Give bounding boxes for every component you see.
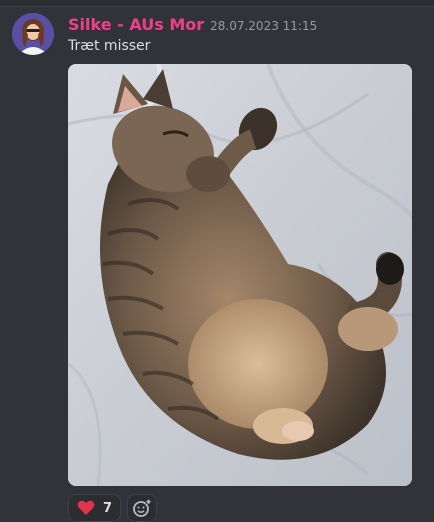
author-name[interactable]: Silke - AUs Mor <box>68 15 204 34</box>
avatar-image <box>12 13 54 55</box>
message-text: Træt misser <box>68 38 151 54</box>
cat-photo <box>68 64 412 486</box>
reaction-heart[interactable]: 7 <box>68 494 122 522</box>
message-header: Silke - AUs Mor 28.07.2023 11:15 <box>68 15 317 34</box>
add-reaction-button[interactable] <box>127 494 158 522</box>
previous-message-divider <box>0 0 434 7</box>
reaction-count: 7 <box>103 500 113 516</box>
reactions-bar: 7 <box>68 494 158 522</box>
add-reaction-icon <box>133 499 152 517</box>
avatar[interactable] <box>12 13 54 55</box>
heart-icon <box>77 500 95 515</box>
image-attachment[interactable] <box>68 64 412 486</box>
timestamp: 28.07.2023 11:15 <box>210 19 318 33</box>
